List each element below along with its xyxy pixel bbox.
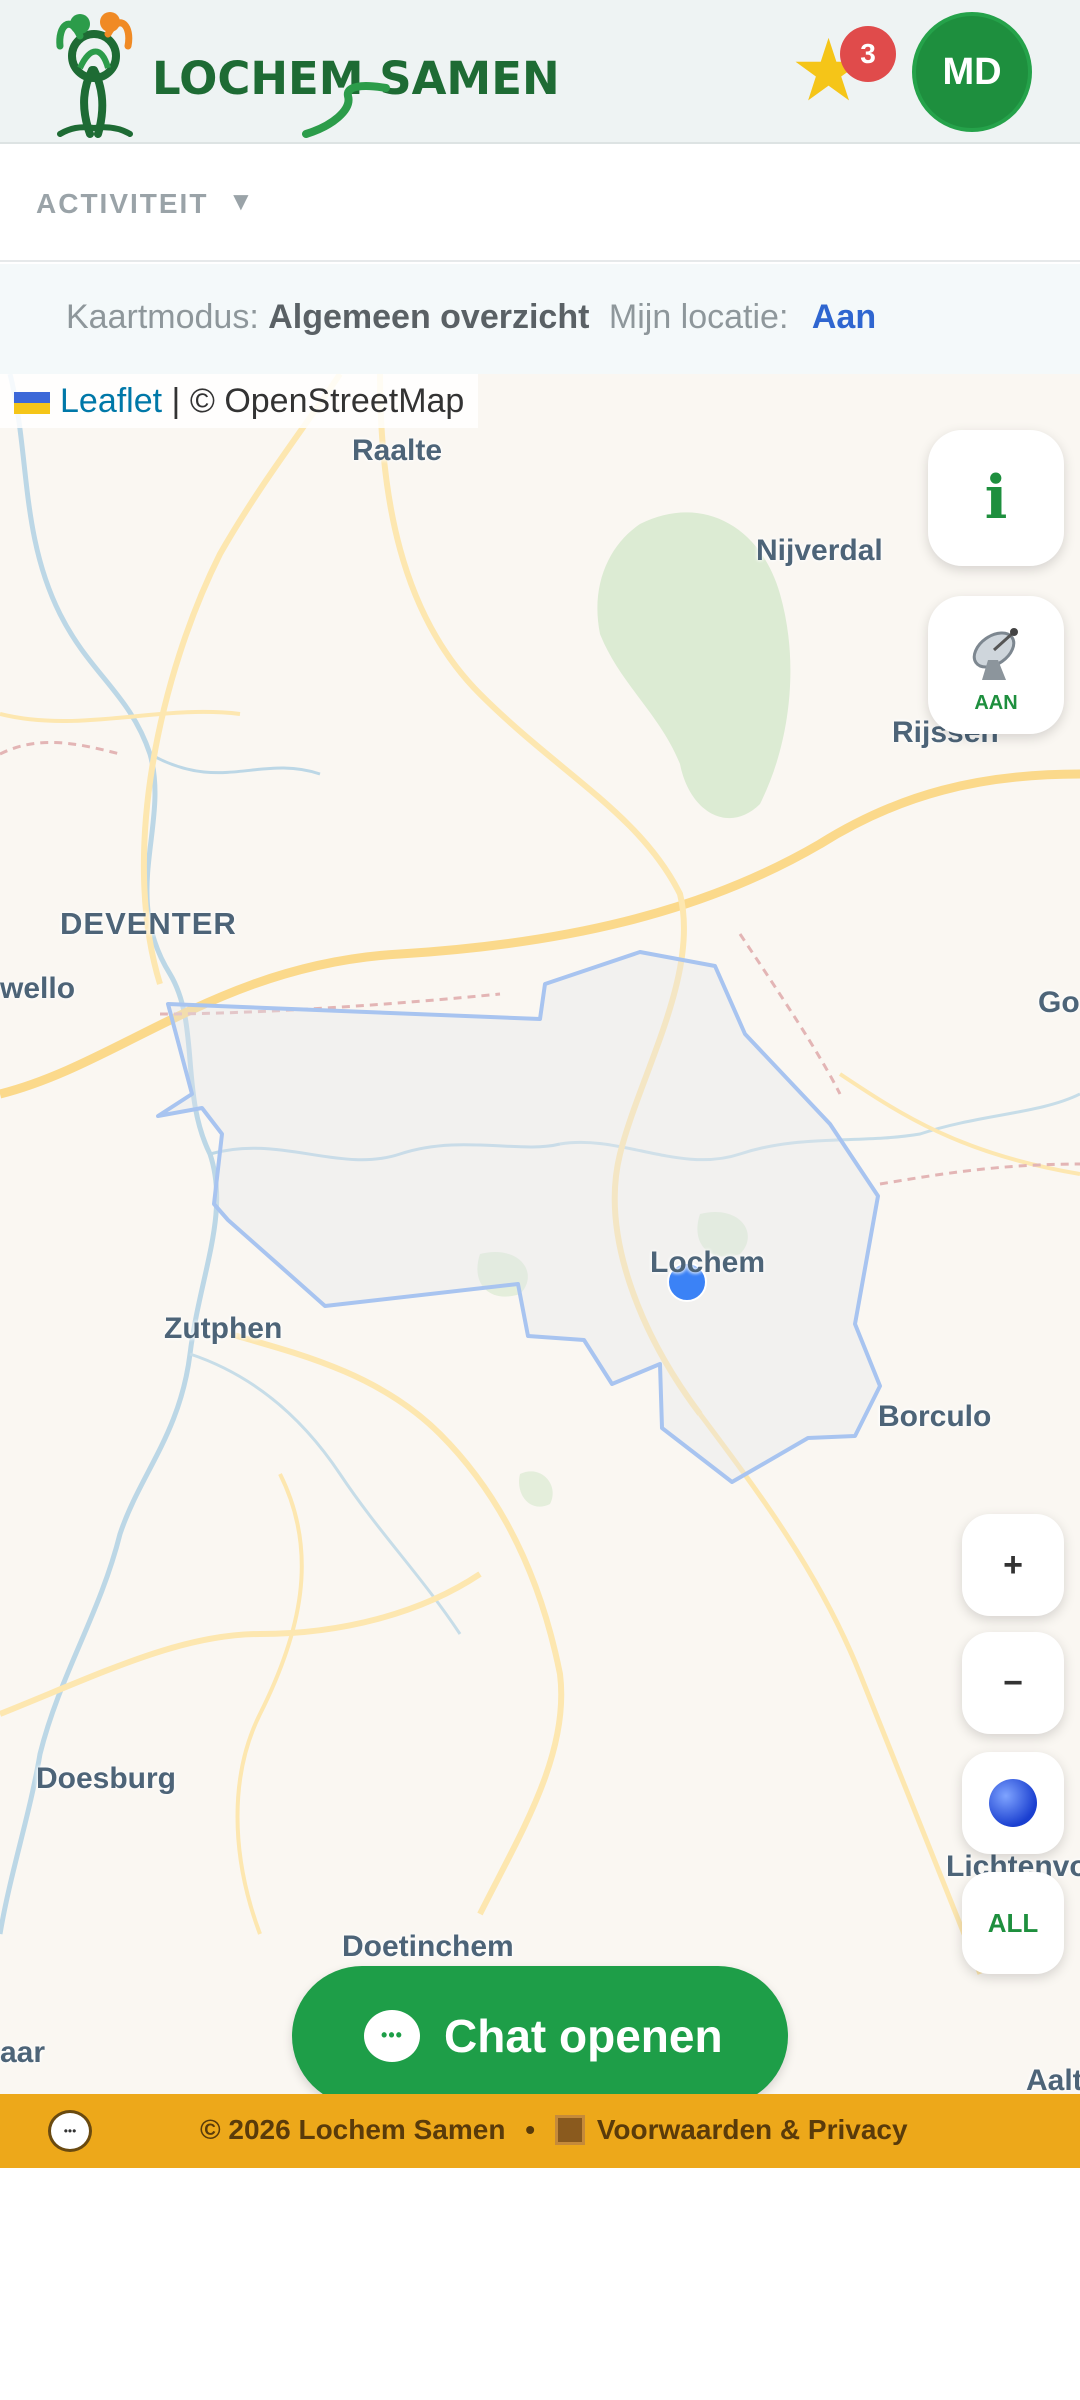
satellite-status: AAN — [974, 692, 1018, 714]
satellite-dish-icon — [972, 628, 1018, 680]
zoom-in-button[interactable]: + — [962, 1514, 1064, 1616]
ukraine-flag-icon — [14, 392, 50, 415]
place-label: Go — [1038, 986, 1080, 1019]
chat-bubble-icon — [364, 2010, 420, 2062]
info-button[interactable]: i — [928, 430, 1064, 566]
show-all-button[interactable]: ALL — [962, 1872, 1064, 1974]
place-label: Nijverdal — [756, 534, 883, 567]
map-mode-line: Kaartmodus: Algemeen overzicht Mijn loca… — [66, 298, 876, 337]
place-label: Doetinchem — [342, 1930, 514, 1963]
map-mode-bar: Kaartmodus: Algemeen overzicht Mijn loca… — [0, 264, 1080, 374]
lochem-samen-logo[interactable]: LOCHEM SAMEN — [40, 6, 560, 140]
footer-text: © 2026 Lochem Samen • Voorwaarden & Priv… — [200, 2114, 908, 2146]
place-label: Aalt — [1026, 2064, 1080, 2094]
place-label: aar — [0, 2036, 46, 2069]
footer-copyright: © 2026 Lochem Samen — [200, 2114, 506, 2145]
map-tiles — [0, 374, 1080, 1975]
location-toggle[interactable]: Aan — [812, 298, 876, 336]
brand-swoosh — [302, 82, 390, 138]
satellite-toggle-button[interactable]: AAN — [928, 596, 1064, 734]
location-label: Mijn locatie: — [608, 298, 789, 336]
notification-badge: 3 — [840, 26, 896, 82]
leaflet-link[interactable]: Leaflet — [60, 382, 162, 420]
place-label: wello — [0, 972, 76, 1005]
notifications-button[interactable]: ★ 3 — [790, 26, 896, 116]
chat-open-button[interactable]: Chat openen — [292, 1966, 788, 2094]
footer-separator: • — [525, 2114, 536, 2145]
map-view[interactable]: Leaflet | © OpenStreetMap Raalte Nijverd… — [0, 374, 1080, 2094]
user-avatar[interactable]: MD — [912, 12, 1032, 132]
chevron-down-icon: ▼ — [228, 186, 254, 216]
activity-label: ACTIVITEIT — [36, 188, 209, 219]
chat-open-label: Chat openen — [444, 2010, 723, 2062]
info-icon: i — [984, 463, 1008, 533]
page-blank-area — [0, 2168, 1080, 2400]
chat-bubble-icon[interactable] — [48, 2110, 92, 2152]
footer-bar: © 2026 Lochem Samen • Voorwaarden & Priv… — [0, 2094, 1080, 2168]
place-label: Zutphen — [164, 1312, 283, 1345]
tree-people-logo-icon — [56, 12, 133, 138]
globe-icon — [989, 1779, 1037, 1828]
place-label: DEVENTER — [60, 906, 237, 941]
my-location-button[interactable] — [962, 1752, 1064, 1854]
map-mode-value: Algemeen overzicht — [268, 298, 590, 336]
osm-attribution: | © OpenStreetMap — [162, 382, 465, 420]
book-icon — [554, 2114, 585, 2145]
terms-link[interactable]: Voorwaarden & Privacy — [597, 2114, 908, 2145]
place-label: Doesburg — [36, 1762, 177, 1795]
app-header: LOCHEM SAMEN ★ 3 MD — [0, 0, 1080, 144]
zoom-out-button[interactable]: − — [962, 1632, 1064, 1734]
place-label: Lochem — [650, 1246, 766, 1279]
map-mode-label: Kaartmodus: — [66, 298, 259, 336]
activity-selector[interactable]: ACTIVITEIT ▼ — [0, 146, 1080, 262]
place-label: Raalte — [352, 434, 443, 467]
place-label: Borculo — [878, 1400, 992, 1433]
map-attribution: Leaflet | © OpenStreetMap — [0, 374, 479, 428]
